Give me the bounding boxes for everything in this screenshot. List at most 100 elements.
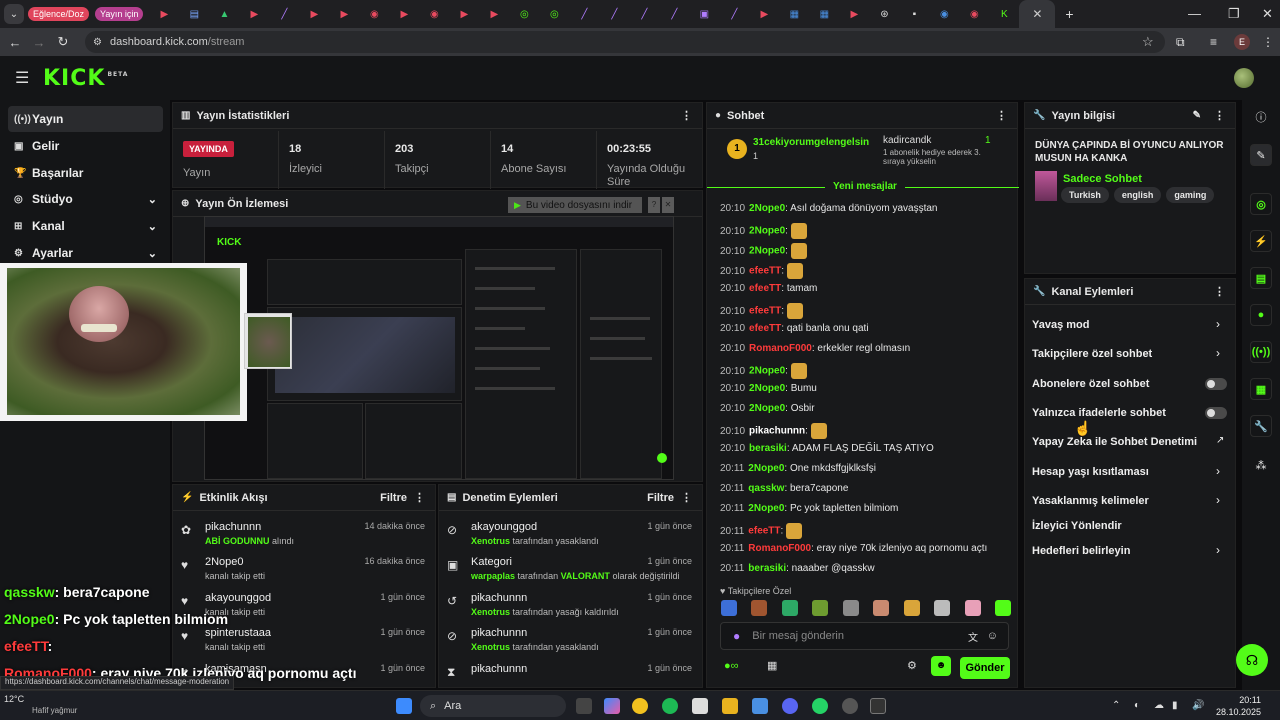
action-account-age[interactable]: Hesap yaşı kısıtlaması (1032, 466, 1149, 478)
chat-username[interactable]: 2Nope0 (749, 383, 785, 394)
chat-icon[interactable]: ● (1250, 304, 1272, 326)
filter-button[interactable]: Filtre (647, 492, 674, 504)
chevron-right-icon[interactable]: › (1216, 346, 1220, 360)
chat-username[interactable]: 2Nope0 (749, 403, 785, 414)
chat-message[interactable]: 20:11 2Nope0: Pc yok tapletten bilmiom (720, 503, 898, 514)
moderation-item[interactable]: ↺ pikachunnn Xenotrus tarafından yasağı ka… (439, 588, 702, 622)
pinned-tab[interactable]: ▶ (449, 0, 479, 28)
subscribers-only-toggle[interactable] (1205, 378, 1227, 390)
clipboard-icon[interactable]: ▤ (1250, 267, 1272, 289)
chrome-icon[interactable] (632, 698, 648, 714)
sidebar-item-stream[interactable]: ((•)) Yayın (8, 106, 163, 132)
tools-icon[interactable]: 🔧 (1250, 415, 1272, 437)
sidebar-item-channel[interactable]: ⊞ Kanal ⌄ (8, 213, 163, 239)
chat-username[interactable]: 2Nope0 (748, 463, 784, 474)
tab-search-button[interactable]: ⌄ (4, 4, 24, 24)
chat-message[interactable]: 20:10 efeeTT: (720, 263, 804, 279)
chat-username[interactable]: berasiki (748, 563, 786, 574)
lightning-icon[interactable]: ⚡ (1250, 230, 1272, 252)
minimize-icon[interactable]: — (1188, 6, 1201, 21)
edit-icon[interactable]: ✎ (1193, 110, 1201, 121)
sidebar-item-achievements[interactable]: 🏆 Başarılar (8, 160, 163, 186)
pinned-tab[interactable]: ▦ (779, 0, 809, 28)
chevron-right-icon[interactable]: › (1216, 543, 1220, 557)
pinned-tab[interactable]: ▦ (809, 0, 839, 28)
site-info-icon[interactable]: ⚙ (93, 37, 102, 48)
app-icon[interactable] (752, 698, 768, 714)
tag-pill[interactable]: gaming (1166, 187, 1215, 203)
chat-message[interactable]: 20:10 2Nope0: (720, 363, 807, 379)
pinned-tab[interactable]: ◉ (959, 0, 989, 28)
pinned-tab[interactable]: ▶ (389, 0, 419, 28)
store-icon[interactable]: ▦ (767, 659, 777, 672)
edit-stream-icon[interactable]: ✎ (1250, 144, 1272, 166)
pinned-tab[interactable]: ╱ (569, 0, 599, 28)
chat-message[interactable]: 20:10 2Nope0: (720, 223, 807, 239)
more-options-icon[interactable]: ⋮ (681, 109, 692, 122)
chat-input[interactable]: ● Bir mesaj gönderin 文 ☺ (720, 622, 1009, 650)
target-icon[interactable]: ◎ (1250, 193, 1272, 215)
activity-item[interactable]: ✿ pikachunnn ABİ GODUNNU alındı 14 dakika ö… (173, 517, 435, 551)
action-followers-only[interactable]: Takipçilere özel sohbet (1032, 348, 1152, 360)
url-field[interactable]: ⚙ dashboard.kick.com/stream ☆ (85, 31, 1165, 53)
chat-message[interactable]: 20:11 efeeTT: (720, 523, 803, 539)
pinned-tab[interactable]: ▶ (239, 0, 269, 28)
kick-logo[interactable]: KICK BETA (43, 66, 128, 91)
chat-username[interactable]: 2Nope0 (749, 366, 785, 377)
chat-username[interactable]: efeeTT (748, 526, 780, 537)
pinned-tab[interactable]: ╱ (269, 0, 299, 28)
pinned-tab[interactable]: ▤ (179, 0, 209, 28)
tag-pill[interactable]: english (1113, 187, 1162, 203)
chat-username[interactable]: qasskw (748, 483, 784, 494)
pinned-tab[interactable]: ▶ (749, 0, 779, 28)
kick-emote-icon[interactable]: ☻ (931, 656, 951, 676)
chat-message[interactable]: 20:10 2Nope0: (720, 243, 807, 259)
tab-group-pill[interactable]: Yayın için (95, 7, 144, 21)
chat-settings-icon[interactable]: ⚙ (907, 659, 917, 672)
extensions-icon[interactable]: ⧉ (1176, 35, 1185, 50)
category-name[interactable]: Sadece Sohbet (1063, 173, 1142, 185)
start-icon[interactable] (396, 698, 412, 714)
emote[interactable] (903, 600, 920, 616)
chat-message[interactable]: 20:11 qasskw: bera7capone (720, 483, 848, 494)
chevron-down-icon[interactable]: ⌄ (148, 220, 157, 233)
whatsapp-icon[interactable] (812, 698, 828, 714)
pinned-tab[interactable]: ▶ (479, 0, 509, 28)
broadcast-icon[interactable]: ((•)) (1250, 341, 1272, 363)
more-options-icon[interactable]: ⋮ (414, 491, 425, 504)
more-options-icon[interactable]: ⋮ (996, 109, 1007, 122)
download-help-icon[interactable]: ? (648, 197, 660, 213)
new-tab-icon[interactable]: + (1065, 6, 1073, 22)
chat-username[interactable]: berasiki (749, 443, 787, 454)
download-close-icon[interactable]: ✕ (662, 197, 674, 213)
pinned-tab[interactable]: ◉ (359, 0, 389, 28)
moderation-item[interactable]: ⊘ akayounggod Xenotrus tarafından yasaklan… (439, 517, 702, 551)
chevron-down-icon[interactable]: ⌄ (148, 193, 157, 206)
mic-icon[interactable]: ● (733, 629, 740, 643)
chat-message[interactable]: 20:10 pikachunnn: (720, 423, 827, 439)
pinned-tab[interactable]: ▶ (149, 0, 179, 28)
task-view-icon[interactable] (576, 698, 592, 714)
chat-username[interactable]: efeeTT (749, 283, 781, 294)
more-options-icon[interactable]: ⋮ (681, 491, 692, 504)
more-options-icon[interactable]: ⋮ (1214, 109, 1225, 122)
tray-chevron-icon[interactable]: ⌃ (1112, 700, 1120, 711)
media-control-icon[interactable]: ≡ (1210, 35, 1217, 49)
download-video-button[interactable]: ▶ Bu video dosyasını indir (508, 197, 642, 213)
close-window-icon[interactable]: ✕ (1262, 6, 1273, 22)
chat-message[interactable]: 20:10 RomanoF000: erkekler regl olmasın (720, 343, 910, 354)
external-link-icon[interactable]: ↗ (1216, 435, 1224, 446)
tray-icon[interactable]: ☁ (1154, 700, 1164, 711)
chevron-down-icon[interactable]: ⌄ (148, 247, 157, 260)
emote[interactable] (994, 600, 1011, 616)
back-icon[interactable]: ← (3, 35, 27, 50)
pinned-tab[interactable]: ▶ (329, 0, 359, 28)
pinned-tab[interactable]: ▲ (209, 0, 239, 28)
action-slow-mode[interactable]: Yavaş mod (1032, 319, 1089, 331)
pinned-tab[interactable]: ◎ (509, 0, 539, 28)
chat-message[interactable]: 20:10 2Nope0: Osbir (720, 403, 815, 414)
chat-message[interactable]: 20:10 efeeTT: (720, 303, 804, 319)
points-icon[interactable]: ●∞ (724, 660, 739, 672)
top-gifter-name[interactable]: 31cekiyorumgelengelsin (753, 137, 869, 148)
pinned-tab[interactable]: ╱ (719, 0, 749, 28)
